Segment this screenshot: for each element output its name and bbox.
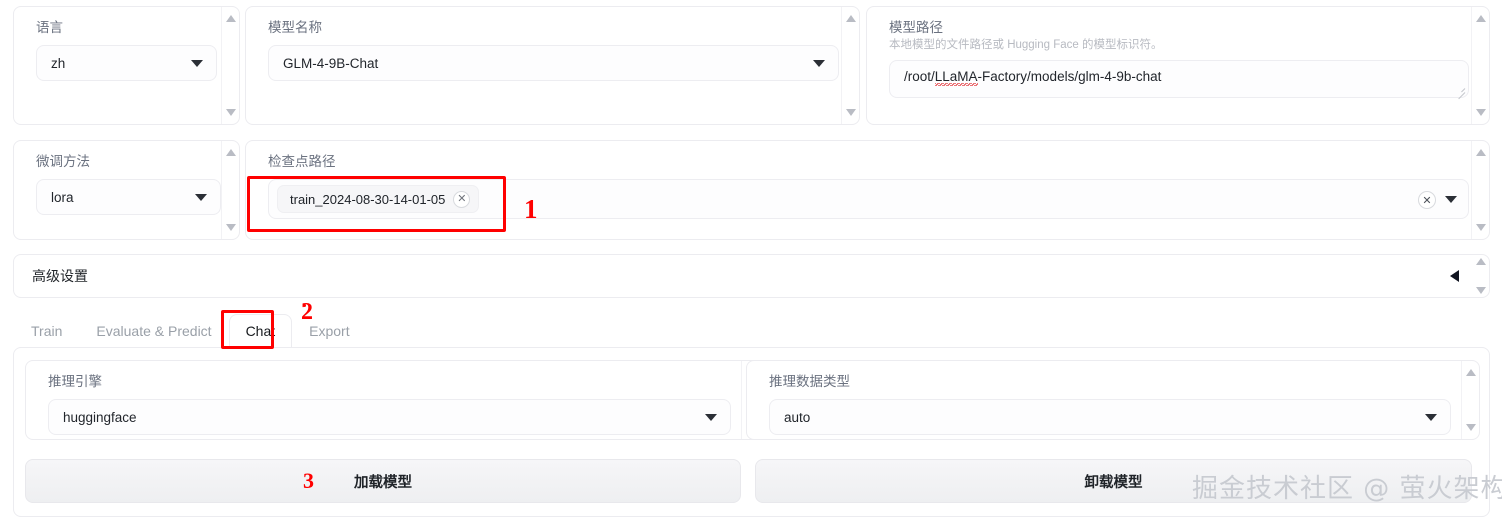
checkpoint-path-panel-inner: 检查点路径 train_2024-08-30-14-01-05 ✕ ✕	[246, 141, 1471, 239]
finetune-method-panel-inner: 微调方法 lora	[14, 141, 221, 239]
checkpoint-path-panel-scrollbar[interactable]	[1471, 141, 1489, 239]
checkpoint-token-label: train_2024-08-30-14-01-05	[290, 191, 446, 207]
language-panel: 语言 zh	[13, 6, 240, 125]
advanced-settings-title: 高级设置	[32, 268, 88, 284]
inference-engine-label: 推理引擎	[48, 374, 102, 389]
main-tabbar: Train Evaluate & Predict Chat Export	[14, 310, 367, 348]
advanced-settings-accordion[interactable]: 高级设置	[13, 254, 1490, 298]
scroll-up-icon[interactable]	[225, 149, 236, 156]
watermark: 掘金技术社区 @ 萤火架构	[1192, 474, 1502, 504]
chevron-down-icon	[191, 60, 203, 67]
chevron-down-icon	[195, 194, 207, 201]
scroll-down-icon[interactable]	[1475, 224, 1486, 231]
chevron-down-icon[interactable]	[1445, 196, 1457, 203]
checkpoint-token[interactable]: train_2024-08-30-14-01-05 ✕	[277, 185, 480, 213]
model-path-textarea[interactable]: /root/LLaMA-Factory/models/glm-4-9b-chat	[889, 60, 1469, 100]
annotation-number-2: 2	[301, 299, 313, 325]
finetune-method-select[interactable]: lora	[36, 179, 221, 215]
model-path-panel: 模型路径 本地模型的文件路径或 Hugging Face 的模型标识符。 /ro…	[866, 6, 1490, 125]
checkpoint-path-panel: 检查点路径 train_2024-08-30-14-01-05 ✕ ✕	[245, 140, 1490, 240]
finetune-method-panel: 微调方法 lora	[13, 140, 240, 240]
load-model-button[interactable]: 加载模型	[25, 459, 741, 503]
model-name-select-value: GLM-4-9B-Chat	[283, 55, 379, 71]
chevron-left-icon[interactable]	[1450, 270, 1459, 282]
model-path-description: 本地模型的文件路径或 Hugging Face 的模型标识符。	[889, 39, 1163, 51]
inference-dtype-panel-scrollbar[interactable]	[1461, 361, 1479, 439]
scroll-down-icon[interactable]	[1476, 287, 1486, 294]
chevron-down-icon	[1425, 414, 1437, 421]
tab-chat[interactable]: Chat	[228, 314, 293, 348]
chevron-down-icon	[705, 414, 717, 421]
language-select[interactable]: zh	[36, 45, 217, 81]
finetune-method-panel-scrollbar[interactable]	[221, 141, 239, 239]
inference-dtype-label: 推理数据类型	[769, 374, 850, 389]
model-name-select[interactable]: GLM-4-9B-Chat	[268, 45, 839, 81]
advanced-settings-scrollbar[interactable]	[1472, 254, 1490, 298]
annotation-number-1: 1	[524, 194, 538, 224]
model-name-label: 模型名称	[268, 20, 322, 35]
scroll-down-icon[interactable]	[225, 109, 236, 116]
inference-engine-panel-inner: 推理引擎 huggingface	[26, 361, 741, 439]
inference-dtype-value: auto	[784, 409, 811, 425]
resize-handle-icon[interactable]	[1455, 85, 1466, 100]
scroll-up-icon[interactable]	[1475, 15, 1486, 22]
language-select-value: zh	[51, 55, 66, 71]
model-path-value-prefix: /root/	[904, 69, 935, 84]
tab-train[interactable]: Train	[14, 314, 79, 348]
model-path-value-misspelled: LLaMA	[934, 69, 978, 86]
scroll-up-icon[interactable]	[845, 15, 856, 22]
inference-engine-select[interactable]: huggingface	[48, 399, 731, 435]
tab-evaluate-predict[interactable]: Evaluate & Predict	[79, 314, 228, 348]
model-path-label: 模型路径	[889, 20, 943, 35]
load-model-button-label: 加载模型	[354, 474, 412, 491]
model-path-panel-inner: 模型路径 本地模型的文件路径或 Hugging Face 的模型标识符。 /ro…	[867, 7, 1471, 124]
model-name-panel: 模型名称 GLM-4-9B-Chat	[245, 6, 860, 125]
scroll-up-icon[interactable]	[1476, 258, 1486, 265]
language-panel-scrollbar[interactable]	[221, 7, 239, 124]
model-name-panel-scrollbar[interactable]	[841, 7, 859, 124]
inference-dtype-panel: 推理数据类型 auto	[746, 360, 1480, 440]
close-icon[interactable]: ✕	[453, 190, 471, 208]
scroll-up-icon[interactable]	[1475, 149, 1486, 156]
scroll-down-icon[interactable]	[225, 224, 236, 231]
scroll-down-icon[interactable]	[845, 109, 856, 116]
llama-factory-webui: 语言 zh 模型名称 GLM-4-9B-Chat 模型路径 本地模型的文件路径或…	[0, 0, 1502, 517]
finetune-method-label: 微调方法	[36, 154, 90, 169]
checkpoint-path-multiselect[interactable]: train_2024-08-30-14-01-05 ✕ ✕	[268, 179, 1469, 219]
model-path-value-suffix: -Factory/models/glm-4-9b-chat	[977, 69, 1162, 84]
model-path-panel-scrollbar[interactable]	[1471, 7, 1489, 124]
language-label: 语言	[36, 20, 63, 35]
inference-engine-value: huggingface	[63, 409, 137, 425]
inference-dtype-select[interactable]: auto	[769, 399, 1451, 435]
scroll-down-icon[interactable]	[1465, 424, 1476, 431]
model-name-panel-inner: 模型名称 GLM-4-9B-Chat	[246, 7, 841, 124]
scroll-down-icon[interactable]	[1475, 109, 1486, 116]
scroll-up-icon[interactable]	[1465, 369, 1476, 376]
unload-model-button-label: 卸载模型	[1084, 474, 1143, 491]
annotation-number-3: 3	[303, 468, 314, 493]
scroll-up-icon[interactable]	[225, 15, 236, 22]
inference-dtype-panel-inner: 推理数据类型 auto	[747, 361, 1461, 439]
inference-engine-panel: 推理引擎 huggingface	[25, 360, 760, 440]
chevron-down-icon	[813, 60, 825, 67]
language-panel-inner: 语言 zh	[14, 7, 221, 124]
checkpoint-path-label: 检查点路径	[268, 154, 336, 169]
finetune-method-value: lora	[51, 189, 74, 205]
clear-all-icon[interactable]: ✕	[1418, 191, 1436, 209]
